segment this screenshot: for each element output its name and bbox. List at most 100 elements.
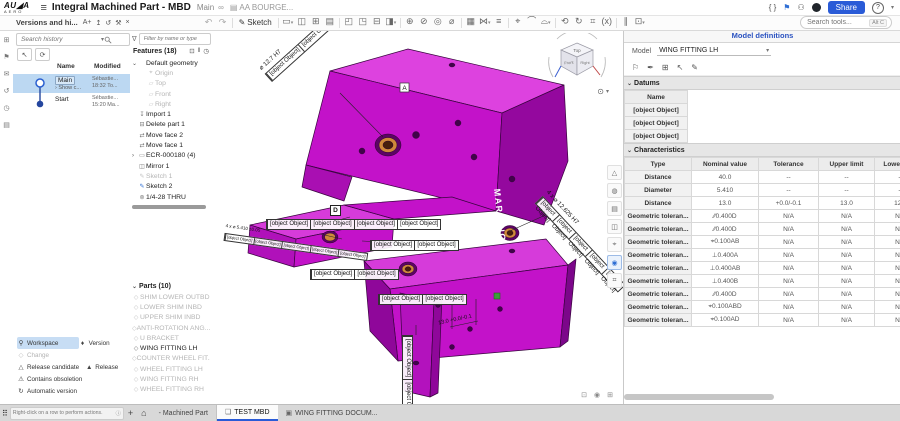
feature-control-frame[interactable]: [object Object][object Object] xyxy=(310,269,399,280)
view-options-button[interactable]: ⊙ ▾ xyxy=(597,87,609,96)
toolbar-icon[interactable]: ≡ xyxy=(492,15,506,30)
toolbar-icon[interactable]: ⟲ xyxy=(558,15,572,30)
part-item[interactable]: ◇ COUNTER WHEEL FIT... xyxy=(132,354,210,364)
characteristic-row[interactable]: Geometric toleran... ⌖0.100ABD N/A N/A N… xyxy=(625,301,900,314)
toolbar-icon[interactable]: (x) xyxy=(600,15,614,30)
characteristic-row[interactable]: Diameter 5.410 -- -- -- xyxy=(625,184,900,197)
home-icon[interactable]: ⌂ xyxy=(141,408,146,418)
characteristic-row[interactable]: Geometric toleran... ⊥0.400AB N/A N/A N/… xyxy=(625,262,900,275)
annotation-perpendicularity[interactable]: [object Object][object Object][object Ob… xyxy=(266,217,441,230)
feature-control-frame[interactable]: [object Object][object Object] xyxy=(370,240,459,251)
annotation-flatness-2[interactable]: [object Object][object Object] xyxy=(310,267,399,280)
annotation-tool-icon[interactable]: ⚐ xyxy=(632,63,639,72)
legend-item[interactable]: ♦ Version xyxy=(79,337,127,349)
toolbar-icon[interactable]: ◫ xyxy=(295,15,309,30)
toolbar-icon[interactable]: ◳ xyxy=(356,15,370,30)
3d-viewport[interactable]: A MARKING ⌀ 12.7 H7 [object Object][obje… xyxy=(212,29,623,405)
toolbar-icon[interactable] xyxy=(461,18,462,28)
toolbar-icon[interactable]: ⌓▾ xyxy=(539,15,553,30)
search-tools[interactable]: Alt C xyxy=(800,16,892,29)
annotation-tool-icon[interactable]: ✎ xyxy=(691,63,698,72)
model-select[interactable]: WING FITTING LH ▾ xyxy=(657,46,771,56)
characteristic-row[interactable]: Geometric toleran... ⊥0.400B N/A N/A N/A xyxy=(625,275,900,288)
datum-row[interactable]: [object Object] xyxy=(625,130,688,143)
part-item[interactable]: ◇ ANTI-ROTATION ANG... xyxy=(132,323,210,333)
search-history-box[interactable]: ▾ xyxy=(16,33,130,46)
datum-tag-a[interactable]: A xyxy=(400,83,409,92)
cube-face-right[interactable]: Right xyxy=(580,60,590,65)
version-name[interactable]: Main xyxy=(55,76,75,85)
feature-control-frame[interactable]: [object Object][object Object] xyxy=(402,335,413,405)
part-item[interactable]: ◇ WHEEL FITTING LH xyxy=(132,364,210,374)
filter-input[interactable] xyxy=(142,35,208,43)
toolbar-icon[interactable]: ▭▾ xyxy=(281,15,295,30)
rail-icon[interactable]: ⚑ xyxy=(3,53,9,61)
tab-wing-fitting-document[interactable]: ▣ WING FITTING DOCUM... xyxy=(278,405,386,421)
feature-item[interactable]: ▱ Front xyxy=(132,89,210,99)
feature-item[interactable]: ⌄ Default geometry xyxy=(132,58,210,68)
feature-item[interactable]: ▱ Right xyxy=(132,99,210,109)
rail-icon[interactable]: ▤ xyxy=(3,121,10,129)
toolbar-icon[interactable]: ⌖ xyxy=(511,15,525,30)
sketch-button[interactable]: ✎ Sketch xyxy=(239,18,272,27)
rail-icon[interactable]: ◷ xyxy=(3,104,9,112)
cube-face-top[interactable]: Top xyxy=(573,48,581,53)
annotation-flatness-1[interactable]: [object Object][object Object] xyxy=(370,238,459,251)
feature-control-frame[interactable]: [object Object][object Object] xyxy=(378,294,467,305)
panel-header[interactable]: Model definitions xyxy=(624,29,900,43)
annotation-tool-icon[interactable]: ↖ xyxy=(677,63,684,72)
toolbar-icon[interactable]: ◨▾ xyxy=(384,15,398,30)
share-button[interactable]: Share xyxy=(828,1,865,14)
info-icon[interactable]: ⓘ xyxy=(116,410,121,417)
characteristic-row[interactable]: Geometric toleran... ∕∕0.400D N/A N/A N/… xyxy=(625,210,900,223)
viewport-tool-icon[interactable]: ⊞ xyxy=(607,391,613,399)
characteristic-row[interactable]: Geometric toleran... ∕∕0.400D N/A N/A N/… xyxy=(625,288,900,301)
rail-icon[interactable]: ↺ xyxy=(4,87,10,95)
characteristic-row[interactable]: Distance 13.0 +0.0/-0.1 13.0 12.9 xyxy=(625,197,900,210)
legend-item[interactable]: ⚠ Contains obsoletion xyxy=(17,373,127,385)
part-item[interactable]: ◇ UPPER SHIM INBD xyxy=(132,313,210,323)
characteristic-row[interactable]: Geometric toleran... ∕∕0.400D N/A N/A N/… xyxy=(625,223,900,236)
rail-icon[interactable]: ✉ xyxy=(4,70,10,78)
tab-machined-part[interactable]: - Machined Part xyxy=(151,405,217,421)
viewport-tool-icon[interactable]: ⊡ xyxy=(581,391,587,399)
legend-item[interactable]: ◇ Change xyxy=(17,349,127,361)
cube-face-front[interactable]: Front xyxy=(564,60,575,66)
horizontal-scrollbar[interactable] xyxy=(624,394,774,400)
help-icon[interactable]: ? xyxy=(872,2,884,14)
feature-item[interactable]: › ▭ ECR-000180 (4) xyxy=(132,151,210,161)
avatar[interactable] xyxy=(812,3,821,12)
toolbar-icon[interactable]: ⊞ xyxy=(309,15,323,30)
feature-item[interactable]: ⇄ Move face 2 xyxy=(132,130,210,140)
mbd-tool-icon[interactable]: ◍ xyxy=(607,183,622,198)
feature-item[interactable]: ◫ Mirror 1 xyxy=(132,161,210,171)
panel-tool-icon[interactable]: A+ xyxy=(83,19,92,27)
part-item[interactable]: ◇ WING FITTING LH xyxy=(132,343,210,353)
panel-tool-icon[interactable]: ⚒ xyxy=(115,19,121,27)
feature-control-frame[interactable]: [object Object][object Object][object Ob… xyxy=(266,219,441,230)
part-item[interactable]: ◇ LOWER SHIM INBD xyxy=(132,302,210,312)
parts-header[interactable]: ⌄ Parts (10) xyxy=(132,281,210,292)
redo-icon[interactable]: ↷ xyxy=(216,16,230,29)
view-cube[interactable]: Top Front Right xyxy=(545,33,609,87)
search-history-input[interactable] xyxy=(19,35,101,44)
part-item[interactable]: ◇ WHEEL FITTING RH xyxy=(132,385,210,395)
toolbar-icon[interactable]: ▦ xyxy=(464,15,478,30)
filter-icon[interactable]: ∇ xyxy=(132,35,137,43)
annotation-tool-icon[interactable]: ✒ xyxy=(647,63,654,72)
mbd-tool-icon[interactable]: ⌗ xyxy=(607,273,622,288)
panel-tool-icon[interactable]: ↥ xyxy=(95,19,101,27)
grip-icon[interactable]: ⠿ xyxy=(2,409,8,418)
mbd-tool-icon[interactable]: △ xyxy=(607,165,622,180)
datum-row[interactable]: [object Object] xyxy=(625,104,688,117)
legend-item[interactable]: ▲ Release xyxy=(85,361,127,373)
topbar-icon[interactable]: ⚇ xyxy=(797,3,804,12)
mbd-tool-icon[interactable]: ⌖ xyxy=(607,237,622,252)
toolbar-icon[interactable]: ∥ xyxy=(619,15,633,30)
characteristic-row[interactable]: Geometric toleran... ⌖0.100AD N/A N/A N/… xyxy=(625,314,900,327)
features-header-icon[interactable]: ◷ xyxy=(203,47,209,55)
toolbar-icon[interactable]: ▤ xyxy=(323,15,337,30)
toolbar-icon[interactable] xyxy=(339,18,340,28)
versions-tool-icon[interactable]: ⟳ xyxy=(35,48,50,61)
toolbar-icon[interactable]: ⊡▾ xyxy=(633,15,647,30)
